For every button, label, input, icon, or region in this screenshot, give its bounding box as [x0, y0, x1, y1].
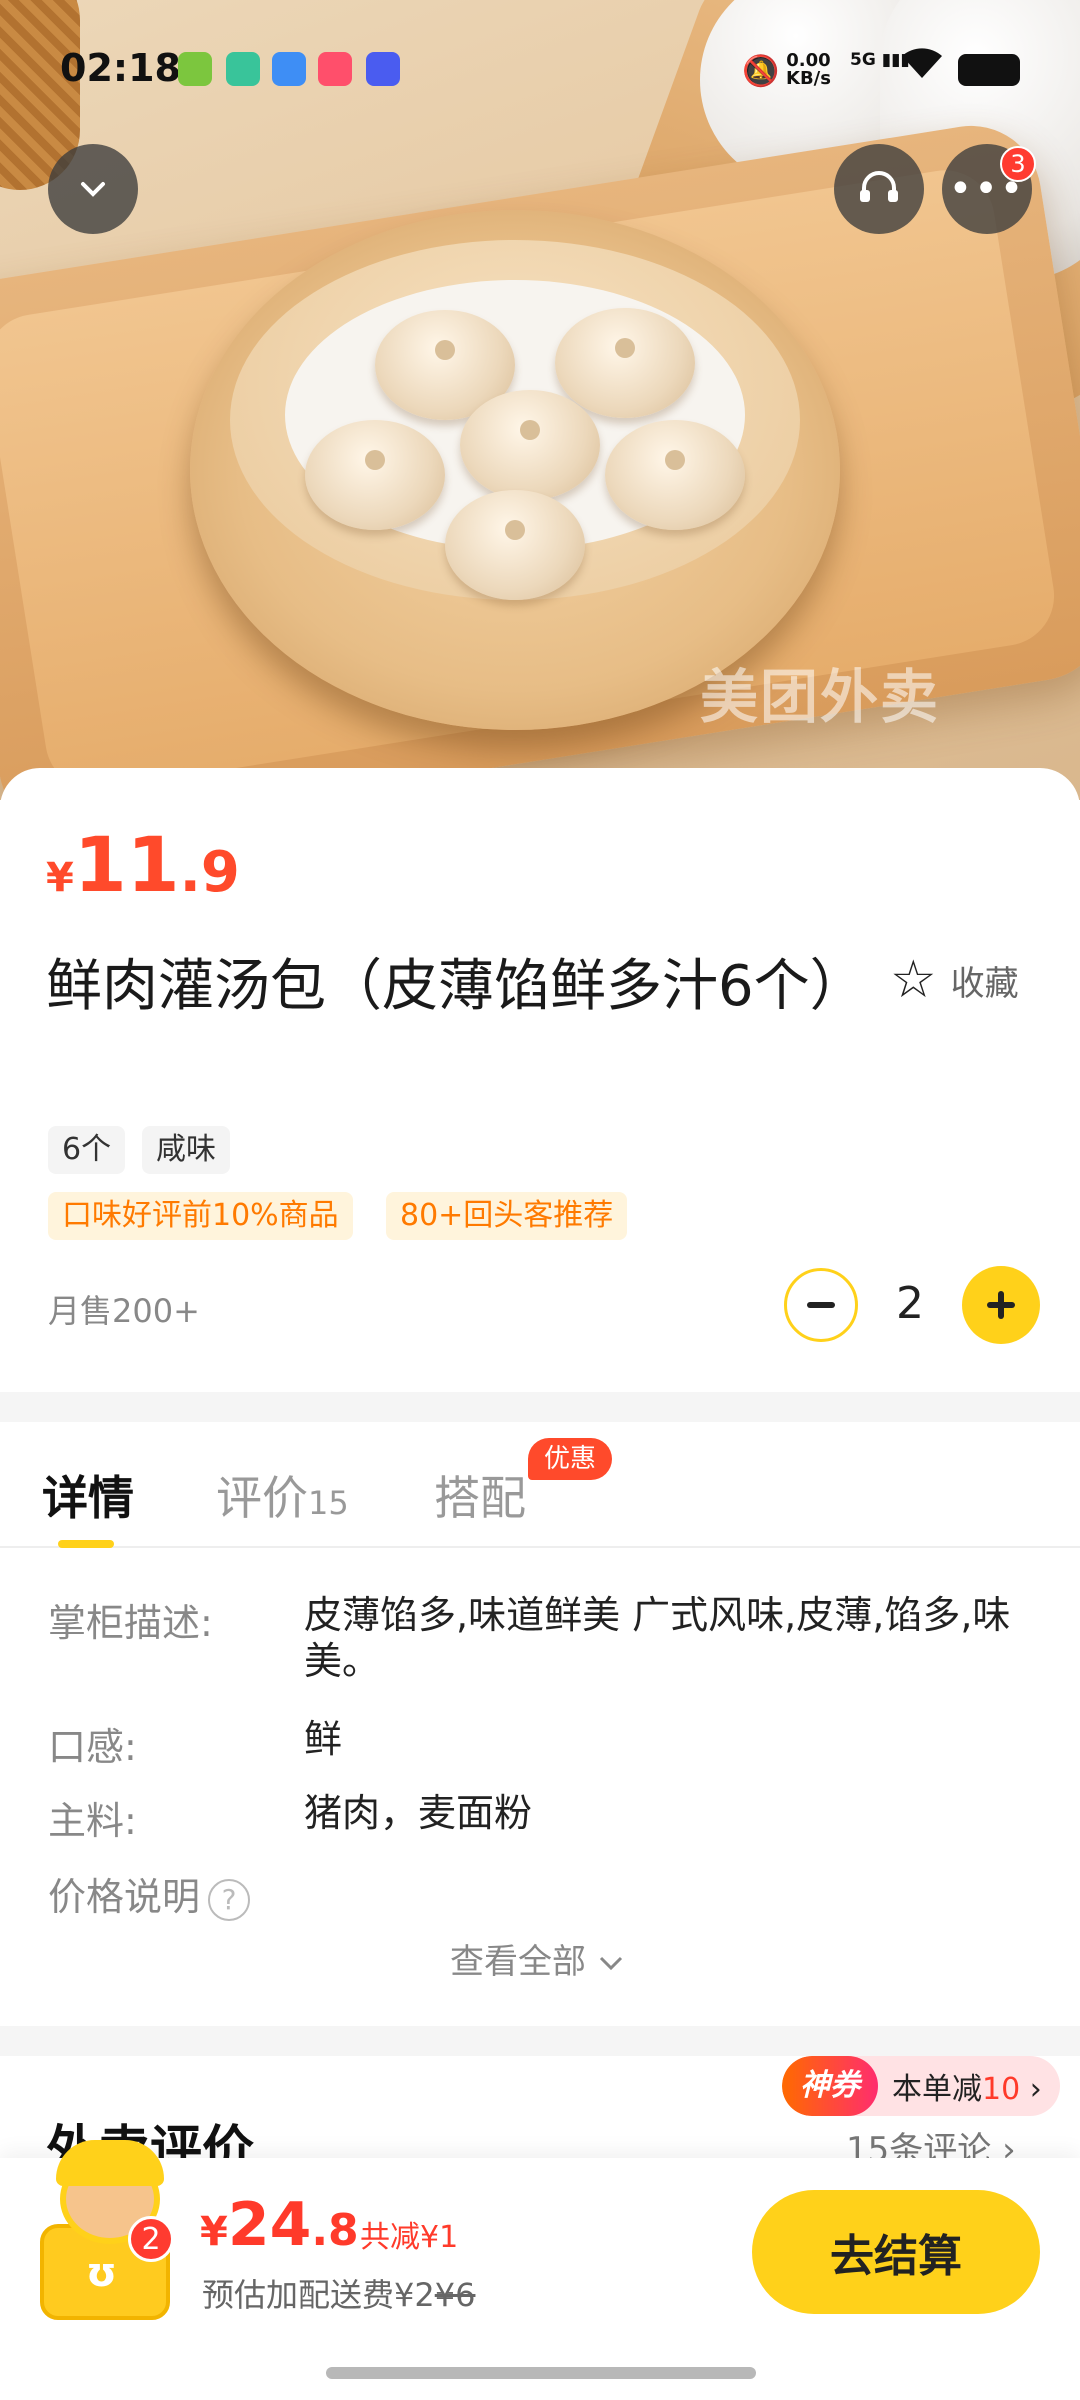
app-notification-icon — [226, 52, 260, 86]
monthly-sales: 月售200+ — [48, 1292, 200, 1330]
cart-count-badge: 2 — [128, 2216, 174, 2262]
cart-total: ¥24.8 — [200, 2190, 359, 2260]
coupon-banner[interactable]: 神券 本单减10 › — [782, 2056, 1060, 2116]
wifi-icon — [900, 46, 944, 89]
tab-detail[interactable]: 详情 — [42, 1462, 134, 1528]
detail-value: 猪肉，麦面粉 — [304, 1791, 533, 1835]
section-divider — [0, 2026, 1080, 2056]
watermark: 美团外卖 — [700, 663, 941, 731]
active-tab-indicator — [58, 1540, 114, 1548]
app-notification-icon — [178, 52, 212, 86]
plus-icon — [987, 1291, 1015, 1319]
collapse-button[interactable] — [48, 144, 138, 234]
favorite-label: 收藏 — [950, 963, 1019, 1004]
rating-tag: 口味好评前10%商品 — [48, 1192, 353, 1240]
app-notification-icon — [272, 52, 306, 86]
minus-icon — [807, 1302, 835, 1308]
headset-icon — [860, 171, 898, 202]
chevron-down-icon — [81, 182, 105, 197]
chevron-down-icon — [599, 1956, 622, 1971]
view-all-button[interactable]: 查看全部 — [450, 1934, 625, 1983]
delivery-fee: 预估加配送费¥2¥6 — [202, 2276, 476, 2314]
home-indicator[interactable] — [326, 2367, 756, 2379]
status-bar: 02:18 🔕 0.00 KB/s 5G ▮▮▮ — [0, 0, 1080, 140]
section-divider — [0, 1392, 1080, 1422]
coupon-tag: 神券 — [782, 2056, 878, 2116]
mute-bell-icon: 🔕 — [742, 54, 780, 89]
detail-value: 皮薄馅多,味道鲜美 广式风味,皮薄,馅多,味美。 — [304, 1593, 1011, 1683]
detail-label: 主料: — [48, 1799, 137, 1843]
combo-promo-badge: 优惠 — [528, 1438, 613, 1480]
quantity-value: 2 — [896, 1278, 924, 1329]
discount-text: 共减¥1 — [360, 2220, 459, 2255]
app-notification-icon — [366, 52, 400, 86]
checkout-button[interactable]: 去结算 — [752, 2190, 1040, 2314]
increase-quantity-button[interactable] — [962, 1266, 1040, 1344]
app-notification-icon — [318, 52, 352, 86]
favorite-button[interactable]: ☆ 收藏 — [890, 950, 1019, 1010]
customer-service-button[interactable] — [834, 144, 924, 234]
question-icon: ? — [208, 1878, 251, 1921]
tab-combo[interactable]: 搭配 — [434, 1462, 526, 1528]
message-badge: 3 — [1000, 146, 1036, 182]
star-icon: ☆ — [890, 950, 937, 1010]
repeat-customer-tag: 80+回头客推荐 — [386, 1192, 628, 1240]
product-price: ¥11.9 — [46, 820, 240, 909]
detail-label: 口感: — [48, 1725, 137, 1769]
product-title: 鲜肉灌汤包（皮薄馅鲜多汁6个） — [46, 954, 866, 1019]
decrease-quantity-button[interactable] — [784, 1268, 858, 1342]
detail-label: 掌柜描述: — [48, 1601, 213, 1645]
net-speed: 0.00 KB/s — [786, 50, 831, 89]
price-note[interactable]: 价格说明? — [48, 1866, 251, 1921]
tab-reviews[interactable]: 评价15 — [216, 1462, 349, 1528]
spec-chip: 咸味 — [142, 1126, 230, 1174]
detail-value: 鲜 — [304, 1717, 343, 1761]
battery-icon — [958, 54, 1020, 86]
spec-chip: 6个 — [48, 1126, 126, 1174]
clock: 02:18 — [60, 46, 181, 90]
